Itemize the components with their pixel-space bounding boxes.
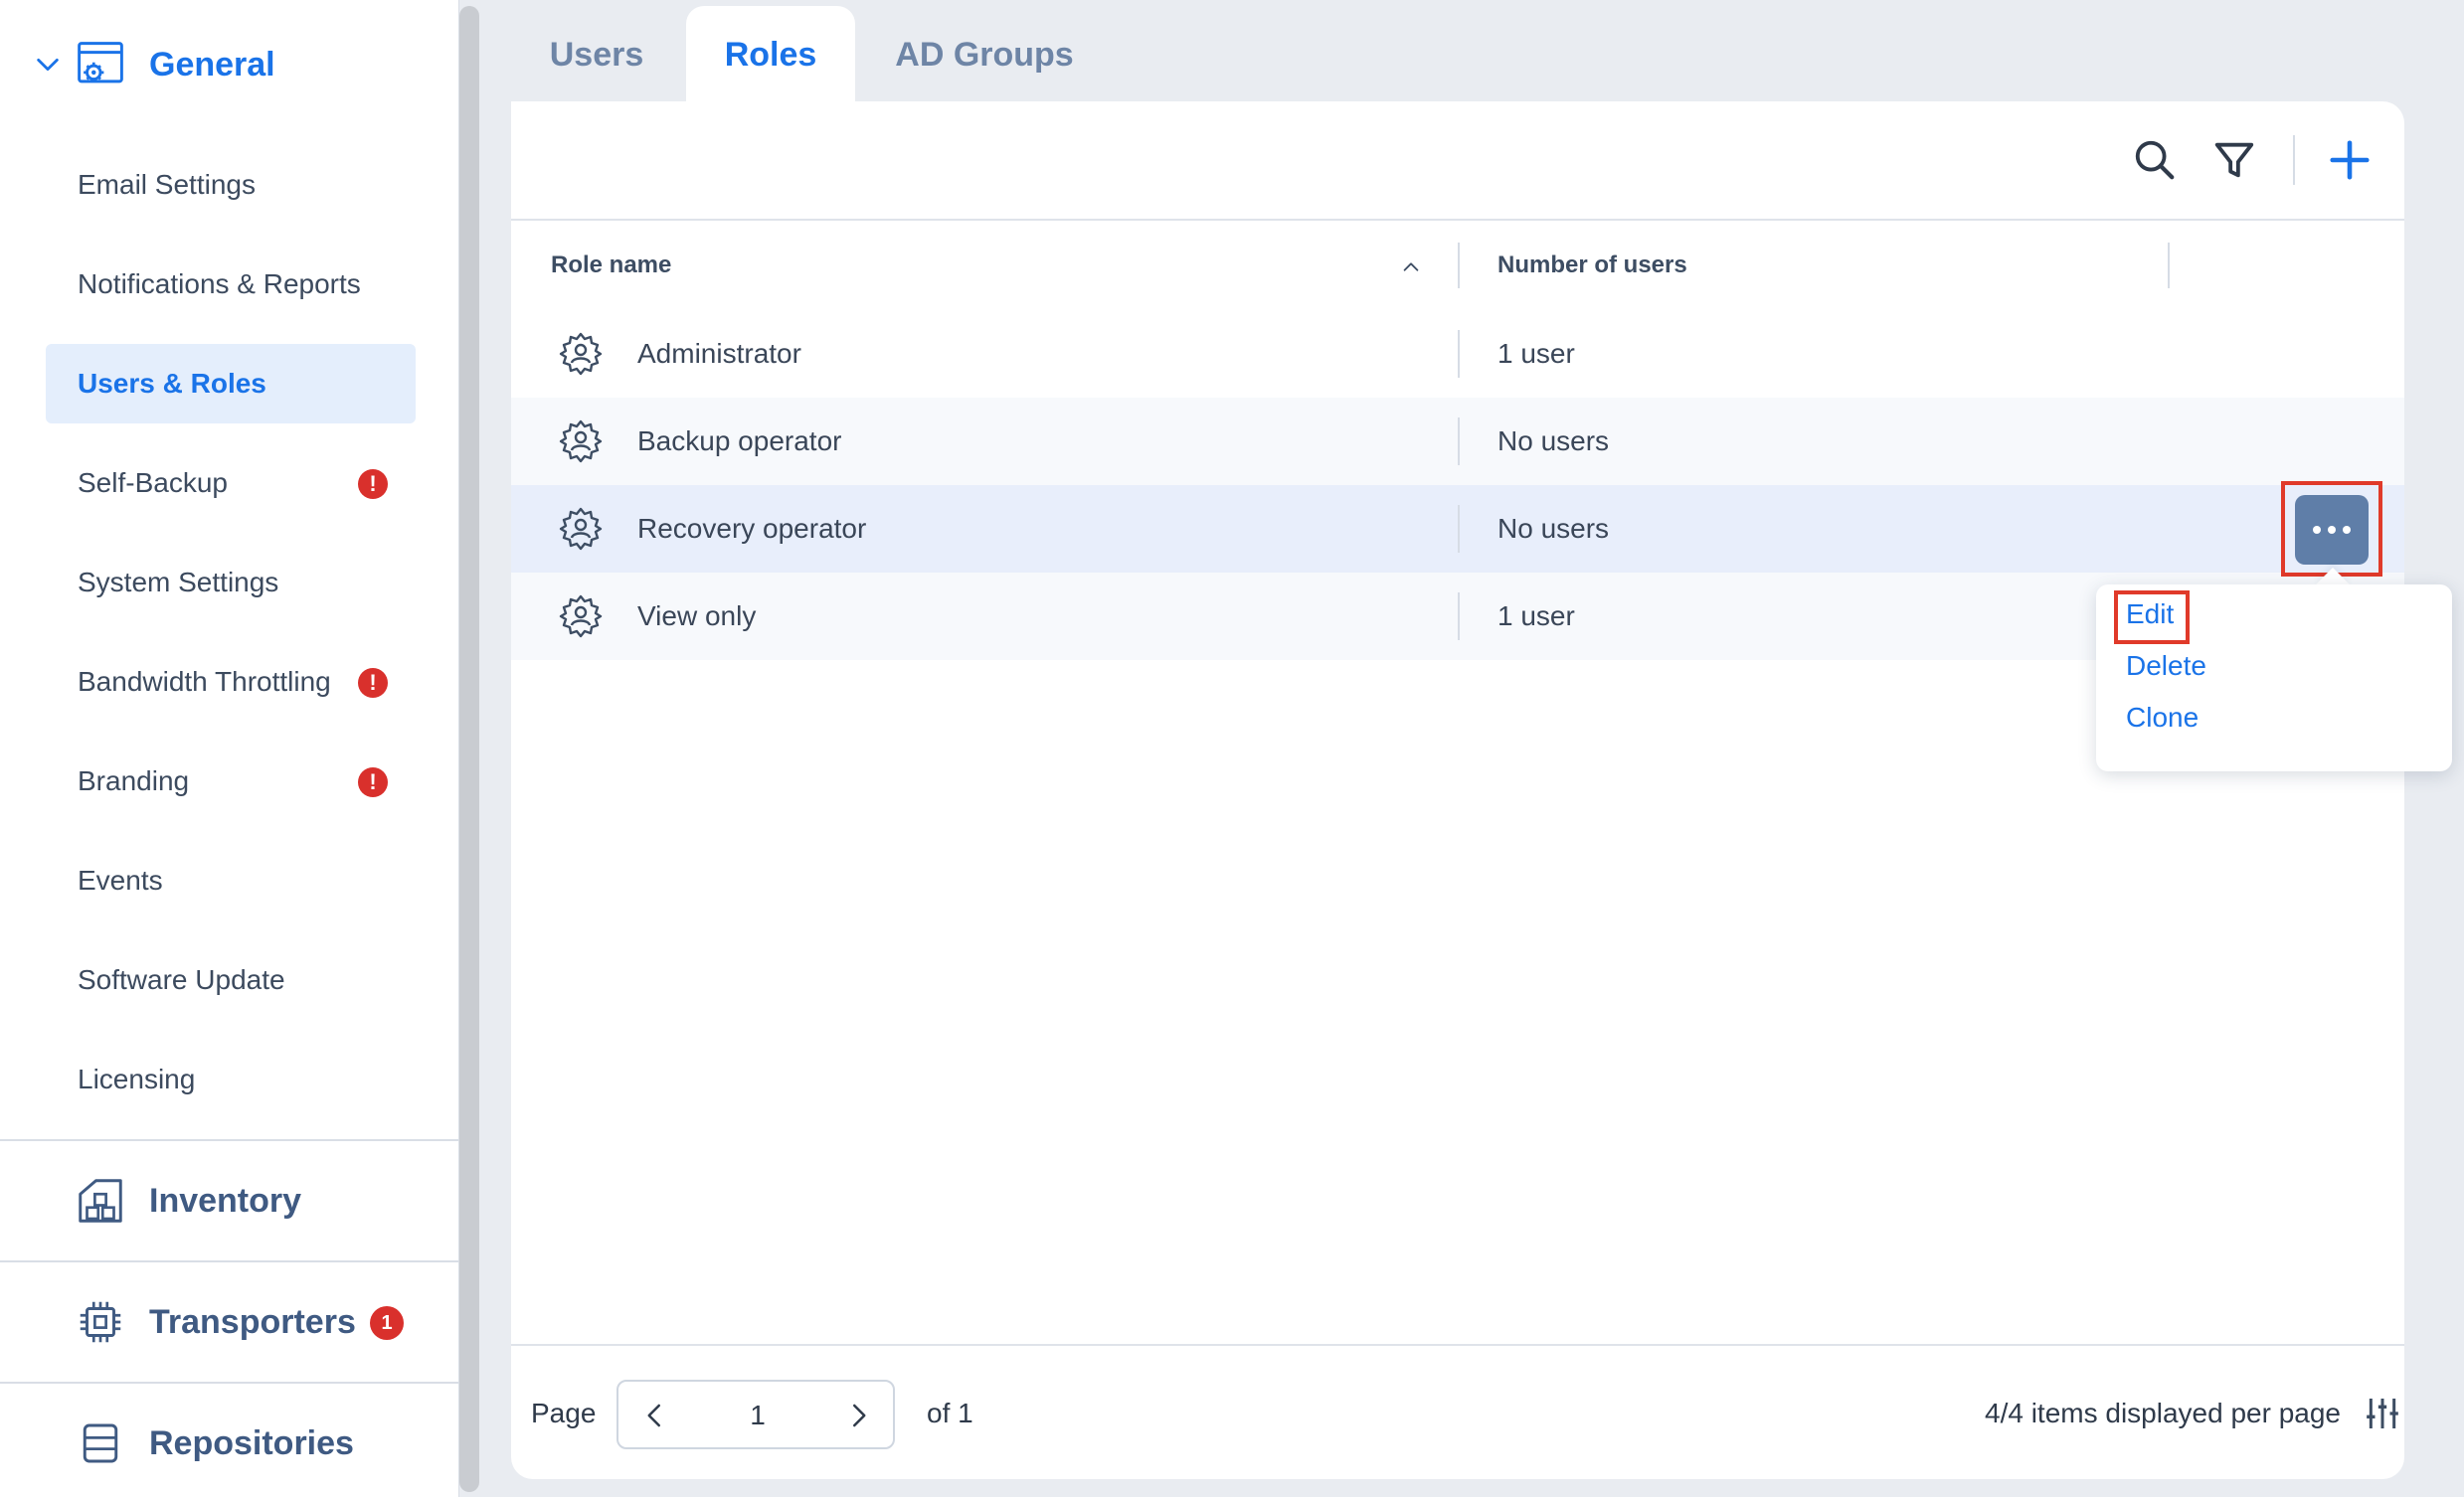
sidebar-item-bandwidth-throttling[interactable]: Bandwidth Throttling!: [46, 642, 416, 722]
chevron-right-icon[interactable]: [843, 1401, 873, 1430]
sidebar-item-branding[interactable]: Branding!: [46, 742, 416, 821]
role-gear-icon: [559, 332, 603, 376]
transporters-count-badge: 1: [370, 1306, 404, 1340]
role-gear-icon: [559, 594, 603, 638]
warning-icon: !: [358, 668, 388, 698]
page-label: Page: [531, 1398, 597, 1428]
role-gear-icon: [559, 507, 603, 551]
sidebar-item-self-backup[interactable]: Self-Backup!: [46, 443, 416, 523]
page-stepper[interactable]: 1: [616, 1380, 895, 1449]
role-user-count: 1 user: [1497, 338, 1575, 369]
sidebar-item-users-roles[interactable]: Users & Roles: [46, 344, 416, 423]
roles-panel: Role name Number of users Administrator …: [511, 101, 2452, 1479]
sidebar-item-label: Self-Backup: [78, 467, 228, 498]
sidebar-scrollbar[interactable]: [459, 6, 479, 1492]
items-per-page-summary: 4/4 items displayed per page: [1985, 1398, 2341, 1428]
sidebar-item-label: Users & Roles: [78, 368, 266, 399]
tab-users[interactable]: Users: [511, 6, 682, 103]
sidebar-item-label: Email Settings: [78, 169, 256, 200]
sidebar-section-repositories[interactable]: Repositories: [0, 1382, 459, 1497]
column-divider: [1458, 505, 1460, 553]
sidebar-item-label: System Settings: [78, 567, 279, 597]
menu-item-clone[interactable]: Clone: [2126, 702, 2199, 734]
table-row-selected[interactable]: Recovery operator No users: [511, 485, 2404, 573]
menu-item-delete[interactable]: Delete: [2126, 650, 2206, 682]
sidebar-item-events[interactable]: Events: [46, 841, 416, 920]
role-gear-icon: [559, 419, 603, 463]
table-row[interactable]: Administrator 1 user: [511, 310, 2404, 398]
toolbar-divider: [2293, 135, 2295, 185]
more-dots-icon: [2328, 526, 2336, 534]
sidebar-item-notifications-reports[interactable]: Notifications & Reports: [46, 245, 416, 324]
chevron-down-icon[interactable]: [34, 51, 62, 79]
column-settings-icon[interactable]: [2363, 1394, 2402, 1433]
sidebar-item-label: Bandwidth Throttling: [78, 666, 331, 697]
sidebar-item-label: Events: [78, 865, 163, 896]
toolbar: [511, 101, 2404, 221]
sidebar-group-label: General: [149, 45, 275, 83]
sidebar-item-label: Branding: [78, 765, 190, 796]
more-dots-icon: [2343, 526, 2351, 534]
role-name: View only: [637, 600, 757, 631]
transporter-chip-icon: [80, 1301, 121, 1343]
sidebar-item-label: Software Update: [78, 964, 285, 995]
settings-window-icon: [78, 42, 123, 83]
role-name: Backup operator: [637, 425, 842, 456]
sidebar-section-label: Transporters: [149, 1302, 356, 1341]
more-dots-icon: [2313, 526, 2321, 534]
table-row[interactable]: Backup operator No users: [511, 398, 2404, 485]
sidebar-group-general[interactable]: General: [0, 30, 459, 99]
inventory-icon: [79, 1179, 122, 1223]
sidebar-item-label: Notifications & Reports: [78, 268, 361, 299]
sidebar-item-system-settings[interactable]: System Settings: [46, 543, 416, 622]
column-divider[interactable]: [1458, 243, 1460, 288]
sidebar-section-label: Repositories: [149, 1423, 354, 1462]
role-user-count: 1 user: [1497, 600, 1575, 631]
menu-item-edit[interactable]: Edit: [2126, 598, 2174, 630]
add-icon[interactable]: [2327, 137, 2373, 183]
column-divider[interactable]: [2168, 243, 2170, 288]
sidebar-item-software-update[interactable]: Software Update: [46, 940, 416, 1020]
row-context-menu: Edit Delete Clone: [2096, 584, 2452, 771]
search-icon[interactable]: [2132, 137, 2178, 183]
role-name: Administrator: [637, 338, 801, 369]
sort-ascending-icon[interactable]: [1400, 256, 1422, 278]
table-header: Role name Number of users: [511, 225, 2404, 306]
role-name: Recovery operator: [637, 513, 867, 544]
pagination-footer: Page 1 of 1 4/4 items displayed per page: [511, 1344, 2404, 1479]
sidebar-section-inventory[interactable]: Inventory: [0, 1139, 459, 1260]
tab-ad-groups[interactable]: AD Groups: [859, 6, 1110, 103]
warning-icon: !: [358, 767, 388, 797]
role-user-count: No users: [1497, 425, 1610, 456]
column-header-number-of-users[interactable]: Number of users: [1497, 225, 1687, 306]
column-divider: [1458, 417, 1460, 465]
column-header-role-name[interactable]: Role name: [551, 225, 671, 306]
sidebar: General Email Settings Notifications & R…: [0, 0, 459, 1497]
column-divider: [1458, 330, 1460, 378]
tab-roles[interactable]: Roles: [686, 6, 855, 103]
more-actions-button[interactable]: [2295, 495, 2369, 565]
sidebar-item-email-settings[interactable]: Email Settings: [46, 145, 416, 225]
role-user-count: No users: [1497, 513, 1610, 544]
column-divider: [1458, 592, 1460, 640]
sidebar-item-label: Licensing: [78, 1064, 196, 1094]
sidebar-section-transporters[interactable]: Transporters 1: [0, 1260, 459, 1382]
repository-icon: [83, 1423, 118, 1463]
filter-icon[interactable]: [2211, 137, 2257, 183]
sidebar-item-licensing[interactable]: Licensing: [46, 1040, 416, 1119]
sidebar-section-label: Inventory: [149, 1181, 302, 1220]
page-total: of 1: [927, 1398, 973, 1428]
warning-icon: !: [358, 469, 388, 499]
